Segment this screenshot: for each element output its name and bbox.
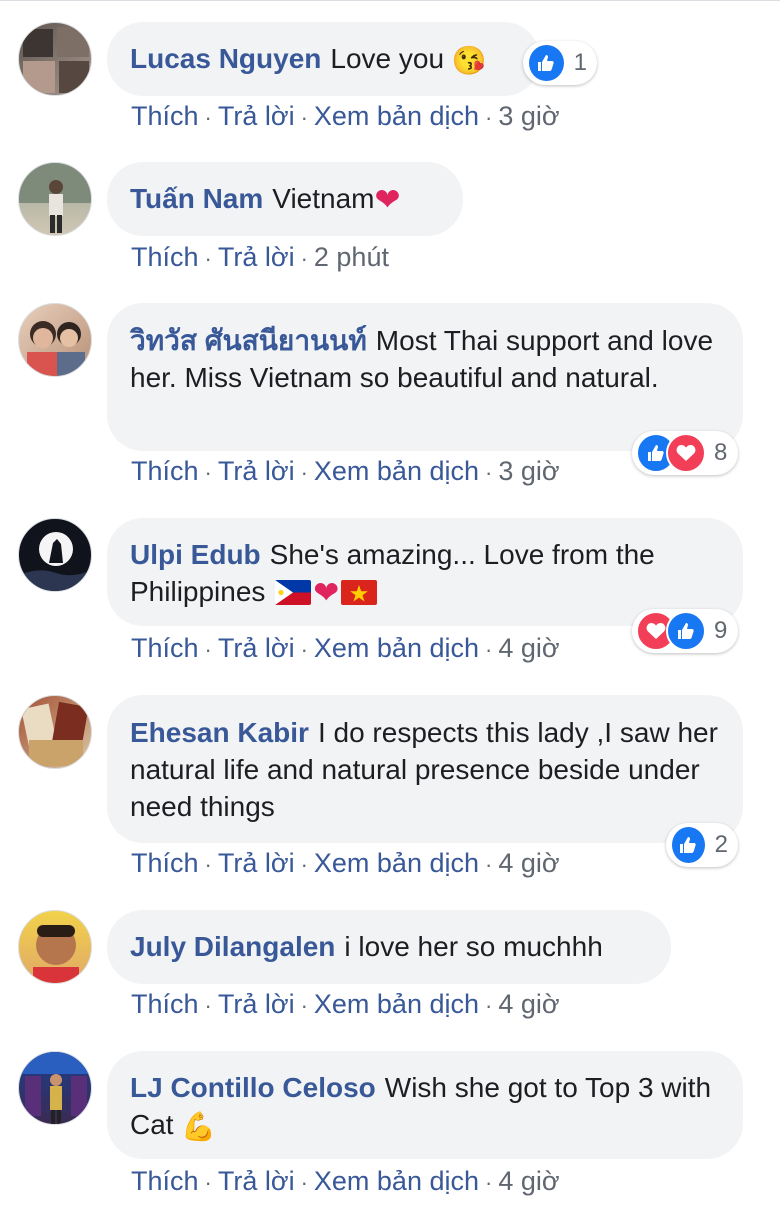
philippines-flag-icon [275,580,312,605]
separator: · [204,852,212,877]
separator: · [204,1170,212,1195]
separator: · [300,460,308,485]
separator: · [300,852,308,877]
comment-bubble: วิทวัส ศันสนียานนท์ Most Thai support and… [107,303,743,451]
comment-author[interactable]: LJ Contillo Celoso [130,1072,376,1103]
reply-link[interactable]: Trả lời [218,989,295,1019]
reply-link[interactable]: Trả lời [218,456,295,486]
flexed-biceps-emoji: 💪 [181,1111,217,1142]
comment-author[interactable]: Tuấn Nam [130,183,263,214]
reply-link[interactable]: Trả lời [218,848,295,878]
comment-actions: Thích · Trả lời · Xem bản dịch · 4 giờ [131,846,560,882]
like-link[interactable]: Thích [131,989,199,1019]
comment-actions: Thích · Trả lời · Xem bản dịch · 4 giờ [131,1164,560,1200]
reaction-count: 2 [714,831,728,858]
like-link[interactable]: Thích [131,242,199,272]
comment-time[interactable]: 3 giờ [498,101,559,131]
avatar[interactable] [18,910,92,984]
like-link[interactable]: Thích [131,633,199,663]
comment-text: i love her so muchhh [344,931,603,962]
separator: · [204,105,212,130]
love-icon [666,433,706,473]
separator: · [485,460,493,485]
comment-author[interactable]: Lucas Nguyen [130,43,321,74]
reply-link[interactable]: Trả lời [218,101,295,131]
comment-actions: Thích · Trả lời · Xem bản dịch · 4 giờ [131,987,560,1023]
reaction-count: 8 [714,439,728,466]
reaction-summary[interactable]: 1 [523,41,597,85]
like-link[interactable]: Thích [131,1166,199,1196]
separator: · [300,1170,308,1195]
separator: · [300,637,308,662]
separator: · [300,993,308,1018]
see-translation-link[interactable]: Xem bản dịch [314,456,479,486]
reply-link[interactable]: Trả lời [218,633,295,663]
comment-author[interactable]: July Dilangalen [130,931,335,962]
see-translation-link[interactable]: Xem bản dịch [314,848,479,878]
separator: · [485,993,493,1018]
reaction-count: 9 [714,617,728,644]
comment-actions: Thích · Trả lời · 2 phút [131,240,389,276]
like-icon [527,43,566,83]
avatar[interactable] [18,303,92,377]
comment-actions: Thích · Trả lời · Xem bản dịch · 4 giờ [131,631,560,667]
see-translation-link[interactable]: Xem bản dịch [314,1166,479,1196]
comment-bubble: Ehesan Kabir I do respects this lady ,I s… [107,695,743,843]
avatar[interactable] [18,518,92,592]
comment-time[interactable]: 4 giờ [498,633,559,663]
reaction-count: 1 [573,49,587,76]
reply-link[interactable]: Trả lời [218,242,295,272]
comment-author[interactable]: Ehesan Kabir [130,717,309,748]
comment-author[interactable]: Ulpi Edub [130,539,261,570]
reaction-summary[interactable]: 2 [666,823,738,867]
separator: · [204,460,212,485]
comment-time[interactable]: 4 giờ [498,989,559,1019]
like-link[interactable]: Thích [131,101,199,131]
separator: · [485,852,493,877]
comment-text: Vietnam [272,183,375,214]
reaction-summary[interactable]: 9 [632,609,738,653]
heart-emoji: ❤ [313,575,340,610]
like-link[interactable]: Thích [131,848,199,878]
kissing-face-emoji: 😘 [451,45,487,76]
comment-actions: Thích · Trả lời · Xem bản dịch · 3 giờ [131,99,560,135]
comment-text: Love you [330,43,445,74]
comment-time[interactable]: 4 giờ [498,848,559,878]
comment-time[interactable]: 2 phút [314,242,389,272]
reply-link[interactable]: Trả lời [218,1166,295,1196]
comment-bubble: Tuấn Nam Vietnam❤ [107,162,463,236]
see-translation-link[interactable]: Xem bản dịch [314,633,479,663]
see-translation-link[interactable]: Xem bản dịch [314,101,479,131]
heart-emoji: ❤ [374,182,401,217]
separator: · [204,246,212,271]
separator: · [204,637,212,662]
see-translation-link[interactable]: Xem bản dịch [314,989,479,1019]
reaction-summary[interactable]: 8 [632,431,738,475]
avatar[interactable] [18,22,92,96]
like-icon [670,825,707,865]
comment-time[interactable]: 4 giờ [498,1166,559,1196]
like-link[interactable]: Thích [131,456,199,486]
separator: · [300,105,308,130]
comment-bubble: July Dilangalen i love her so muchhh [107,910,671,984]
avatar[interactable] [18,1051,92,1125]
avatar[interactable] [18,695,92,769]
avatar[interactable] [18,162,92,236]
separator: · [300,246,308,271]
separator: · [485,637,493,662]
comment-bubble: LJ Contillo Celoso Wish she got to Top 3 … [107,1051,743,1159]
separator: · [485,1170,493,1195]
comment-time[interactable]: 3 giờ [498,456,559,486]
vietnam-flag-icon [341,580,378,605]
comment-actions: Thích · Trả lời · Xem bản dịch · 3 giờ [131,454,560,490]
separator: · [485,105,493,130]
like-icon [666,611,706,651]
separator: · [204,993,212,1018]
comment-bubble: Lucas Nguyen Love you 😘 [107,22,540,96]
comment-author[interactable]: วิทวัส ศันสนียานนท์ [130,325,367,356]
